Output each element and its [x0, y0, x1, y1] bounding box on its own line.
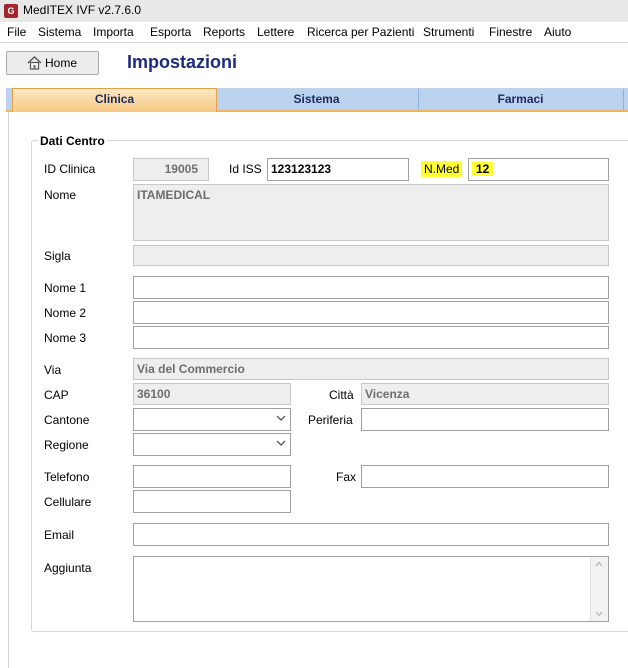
chevron-down-icon: [276, 440, 286, 446]
nome1-field[interactable]: [133, 276, 609, 299]
home-icon: [27, 56, 42, 70]
id-clinica-field[interactable]: 19005: [133, 158, 209, 181]
menu-aiuto[interactable]: Aiuto: [544, 25, 571, 39]
n-med-label: N.Med: [421, 161, 463, 177]
telefono-field[interactable]: [133, 465, 291, 488]
nome2-field[interactable]: [133, 301, 609, 324]
menu-file[interactable]: File: [7, 25, 26, 39]
nome3-label: Nome 3: [44, 331, 87, 345]
email-field[interactable]: [133, 523, 609, 546]
cellulare-field[interactable]: [133, 490, 291, 513]
tab-strip: Clinica Sistema Farmaci: [6, 88, 628, 112]
nome2-label: Nome 2: [44, 306, 87, 320]
fax-label: Fax: [336, 470, 357, 484]
chevron-down-icon: [276, 415, 286, 421]
aggiunta-label: Aggiunta: [44, 561, 92, 575]
n-med-value: 12: [472, 162, 494, 176]
regione-label: Regione: [44, 438, 89, 452]
scroll-down-icon[interactable]: [595, 611, 603, 617]
tab-clinica[interactable]: Clinica: [12, 88, 217, 112]
aggiunta-scrollbar[interactable]: [590, 557, 608, 621]
menu-lettere[interactable]: Lettere: [257, 25, 294, 39]
citta-field[interactable]: Vicenza: [361, 383, 609, 405]
menu-finestre[interactable]: Finestre: [489, 25, 532, 39]
window-title: MedITEX IVF v2.7.6.0: [23, 3, 142, 17]
nome-label: Nome: [44, 188, 77, 202]
n-med-field[interactable]: 12: [468, 158, 609, 181]
group-legend: Dati Centro: [38, 134, 107, 148]
title-bar: G MedITEX IVF v2.7.6.0: [0, 0, 628, 22]
aggiunta-textarea[interactable]: [133, 556, 609, 622]
nome1-label: Nome 1: [44, 281, 87, 295]
cantone-select[interactable]: [133, 408, 291, 431]
menu-sistema[interactable]: Sistema: [38, 25, 81, 39]
home-button-label: Home: [45, 56, 78, 70]
email-label: Email: [44, 528, 75, 542]
id-iss-label: Id ISS: [229, 162, 262, 176]
cap-field[interactable]: 36100: [133, 383, 291, 405]
via-field[interactable]: Via del Commercio: [133, 358, 609, 380]
sigla-field[interactable]: [133, 245, 609, 266]
home-button[interactable]: Home: [6, 51, 99, 75]
app-logo-icon: G: [4, 4, 18, 18]
fax-field[interactable]: [361, 465, 609, 488]
cantone-label: Cantone: [44, 413, 90, 427]
telefono-label: Telefono: [44, 470, 90, 484]
nome3-field[interactable]: [133, 326, 609, 349]
cellulare-label: Cellulare: [44, 495, 92, 509]
menu-importa[interactable]: Importa: [93, 25, 134, 39]
tab-sistema[interactable]: Sistema: [215, 89, 419, 110]
cap-label: CAP: [44, 388, 69, 402]
citta-label: Città: [329, 388, 354, 402]
menu-strumenti[interactable]: Strumenti: [423, 25, 474, 39]
scroll-up-icon[interactable]: [595, 561, 603, 567]
menu-bar: File Sistema Importa Esporta Reports Let…: [0, 22, 628, 43]
id-clinica-label: ID Clinica: [44, 162, 96, 176]
nome-field[interactable]: ITAMEDICAL: [133, 184, 609, 241]
sigla-label: Sigla: [44, 249, 71, 263]
menu-ricerca-per-pazienti[interactable]: Ricerca per Pazienti: [307, 25, 414, 39]
via-label: Via: [44, 363, 62, 377]
periferia-label: Periferia: [308, 413, 353, 427]
menu-esporta[interactable]: Esporta: [150, 25, 191, 39]
tab-farmaci[interactable]: Farmaci: [418, 89, 624, 110]
menu-reports[interactable]: Reports: [203, 25, 245, 39]
page-title: Impostazioni: [127, 52, 238, 72]
periferia-field[interactable]: [361, 408, 609, 431]
id-iss-field[interactable]: 123123123: [267, 158, 409, 181]
regione-select[interactable]: [133, 433, 291, 456]
